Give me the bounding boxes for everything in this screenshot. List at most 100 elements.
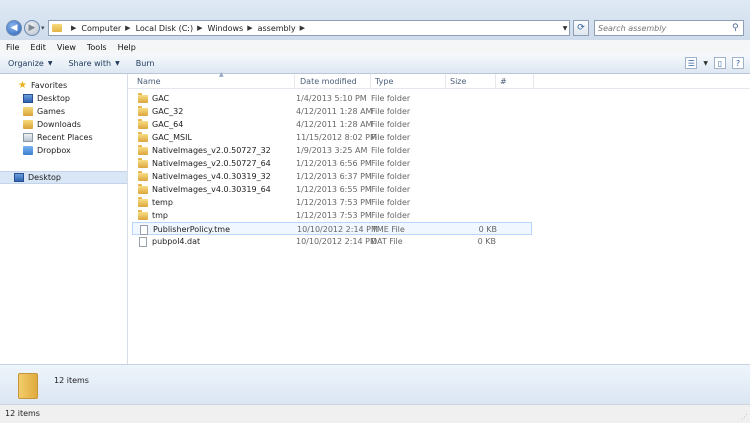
menu-view[interactable]: View	[51, 43, 81, 52]
sidebar-item-recent-places[interactable]: Recent Places	[23, 131, 127, 144]
file-list: Name ▲ Date modified Type Size # GAC 1/4/2…	[128, 71, 750, 364]
folder-row[interactable]: NativeImages_v4.0.30319_64 1/12/2013 6:55…	[132, 183, 532, 196]
search-box[interactable]: ⚲	[594, 20, 744, 36]
folder-icon	[138, 209, 148, 220]
folder-row[interactable]: temp 1/12/2013 7:53 PM File folder	[132, 196, 532, 209]
file-name[interactable]: pubpol4.dat	[138, 235, 200, 248]
recent-pages-dropdown-icon[interactable]: ▾	[41, 24, 45, 32]
file-size	[446, 183, 496, 196]
recent-places-icon	[23, 133, 33, 142]
navigation-pane: ★ Favorites Desktop Games Downloads Rece…	[0, 74, 128, 364]
sidebar-item-desktop-root[interactable]: Desktop	[0, 171, 127, 184]
status-bar: 12 items ⋰	[0, 404, 750, 423]
folder-icon	[138, 144, 148, 155]
breadcrumb-item[interactable]: Local Disk (C:) ▶	[136, 24, 203, 33]
sidebar-item-downloads[interactable]: Downloads	[23, 118, 127, 131]
file-name[interactable]: GAC_32	[138, 105, 183, 118]
file-icon	[140, 224, 148, 235]
menu-file[interactable]: File	[0, 43, 24, 52]
search-input[interactable]	[595, 22, 728, 34]
status-item-count: 12 items	[5, 409, 40, 418]
file-row[interactable]: PublisherPolicy.tme 10/10/2012 2:14 PM TME…	[132, 222, 532, 235]
folder-icon	[138, 196, 148, 207]
folder-icon	[138, 157, 148, 168]
help-icon[interactable]: ?	[732, 57, 744, 69]
menu-tools[interactable]: Tools	[81, 43, 112, 52]
file-name[interactable]: GAC	[138, 92, 169, 105]
breadcrumb-separator-icon[interactable]: ▶	[71, 24, 76, 32]
column-name[interactable]: Name ▲	[133, 71, 295, 88]
view-options-icon[interactable]: ☰	[685, 57, 698, 69]
file-name[interactable]: NativeImages_v2.0.50727_32	[138, 144, 271, 157]
file-date-modified: 1/12/2013 6:56 PM	[296, 159, 372, 168]
menu-help[interactable]: Help	[112, 43, 141, 52]
file-date-modified: 1/9/2013 3:25 AM	[296, 146, 368, 155]
nav-favorites[interactable]: ★ Favorites	[18, 79, 127, 92]
resize-grip-icon[interactable]: ⋰	[741, 413, 748, 421]
column-type[interactable]: Type	[371, 74, 446, 88]
file-row[interactable]: pubpol4.dat 10/10/2012 2:14 PM DAT File 0 K…	[132, 235, 532, 248]
file-date-modified: 1/12/2013 6:55 PM	[296, 185, 372, 194]
file-name[interactable]: tmp	[138, 209, 168, 222]
file-name[interactable]: NativeImages_v4.0.30319_64	[138, 183, 271, 196]
file-name[interactable]: GAC_MSIL	[138, 131, 192, 144]
folder-icon	[138, 183, 148, 194]
address-dropdown-icon[interactable]: ▼	[560, 21, 570, 35]
folder-row[interactable]: GAC_MSIL 11/15/2012 8:02 PM File folder	[132, 131, 532, 144]
sidebar-item-desktop[interactable]: Desktop	[23, 92, 127, 105]
chevron-down-icon[interactable]: ▼	[703, 60, 708, 67]
organize-button[interactable]: Organize ▼	[0, 59, 60, 68]
burn-button[interactable]: Burn	[128, 59, 163, 68]
breadcrumb-item[interactable]: Windows ▶	[207, 24, 252, 33]
file-name[interactable]: NativeImages_v4.0.30319_32	[138, 170, 271, 183]
breadcrumb-item[interactable]: Computer ▶	[81, 24, 130, 33]
file-size	[446, 209, 496, 222]
file-name[interactable]: NativeImages_v2.0.50727_64	[138, 157, 271, 170]
forward-button[interactable]: ▶	[24, 20, 40, 36]
share-with-button[interactable]: Share with ▼	[60, 59, 127, 68]
breadcrumb-separator-icon[interactable]: ▶	[197, 24, 202, 32]
file-date-modified: 1/12/2013 6:37 PM	[296, 172, 372, 181]
file-name[interactable]: GAC_64	[138, 118, 183, 131]
breadcrumb-separator-icon[interactable]: ▶	[247, 24, 252, 32]
address-bar[interactable]: ▶ Computer ▶ Local Disk (C:) ▶ Windows ▶ as…	[48, 20, 570, 36]
file-type: File folder	[371, 198, 411, 207]
file-type: File folder	[371, 159, 411, 168]
column-size[interactable]: Size	[446, 74, 496, 88]
file-size	[446, 157, 496, 170]
sidebar-item-games[interactable]: Games	[23, 105, 127, 118]
preview-pane-icon[interactable]: ▯	[714, 57, 726, 69]
file-size	[446, 131, 496, 144]
address-toolbar: ◀ ▶ ▾ ▶ Computer ▶ Local Disk (C:) ▶ Windo…	[0, 0, 750, 40]
refresh-icon[interactable]: ⟳	[573, 20, 589, 36]
games-icon	[23, 107, 33, 116]
file-type: DAT File	[371, 237, 403, 246]
back-button[interactable]: ◀	[6, 20, 22, 36]
folder-row[interactable]: tmp 1/12/2013 7:53 PM File folder	[132, 209, 532, 222]
folder-row[interactable]: GAC 1/4/2013 5:10 PM File folder	[132, 92, 532, 105]
folder-row[interactable]: GAC_64 4/12/2011 1:28 AM File folder	[132, 118, 532, 131]
folder-row[interactable]: NativeImages_v4.0.30319_32 1/12/2013 6:37…	[132, 170, 532, 183]
folder-row[interactable]: GAC_32 4/12/2011 1:28 AM File folder	[132, 105, 532, 118]
file-size	[446, 105, 496, 118]
column-header-row: Name ▲ Date modified Type Size #	[128, 71, 750, 89]
breadcrumb-separator-icon[interactable]: ▶	[125, 24, 130, 32]
breadcrumb-item[interactable]: assembly ▶	[258, 24, 305, 33]
file-type: File folder	[371, 146, 411, 155]
column-hash[interactable]: #	[496, 74, 534, 88]
file-type: File folder	[371, 185, 411, 194]
menu-edit[interactable]: Edit	[24, 43, 51, 52]
folder-row[interactable]: NativeImages_v2.0.50727_64 1/12/2013 6:56…	[132, 157, 532, 170]
menu-bar: File Edit View Tools Help	[0, 40, 750, 55]
star-icon: ★	[18, 80, 27, 91]
file-date-modified: 4/12/2011 1:28 AM	[296, 120, 373, 129]
column-date-modified[interactable]: Date modified	[296, 74, 371, 88]
folder-row[interactable]: NativeImages_v2.0.50727_32 1/9/2013 3:25 …	[132, 144, 532, 157]
breadcrumb-separator-icon[interactable]: ▶	[300, 24, 305, 32]
file-date-modified: 10/10/2012 2:14 PM	[296, 237, 377, 246]
details-pane: 12 items	[0, 364, 750, 405]
file-name[interactable]: temp	[138, 196, 173, 209]
search-icon[interactable]: ⚲	[732, 23, 739, 33]
folder-icon	[138, 92, 148, 103]
sidebar-item-dropbox[interactable]: Dropbox	[23, 144, 127, 157]
